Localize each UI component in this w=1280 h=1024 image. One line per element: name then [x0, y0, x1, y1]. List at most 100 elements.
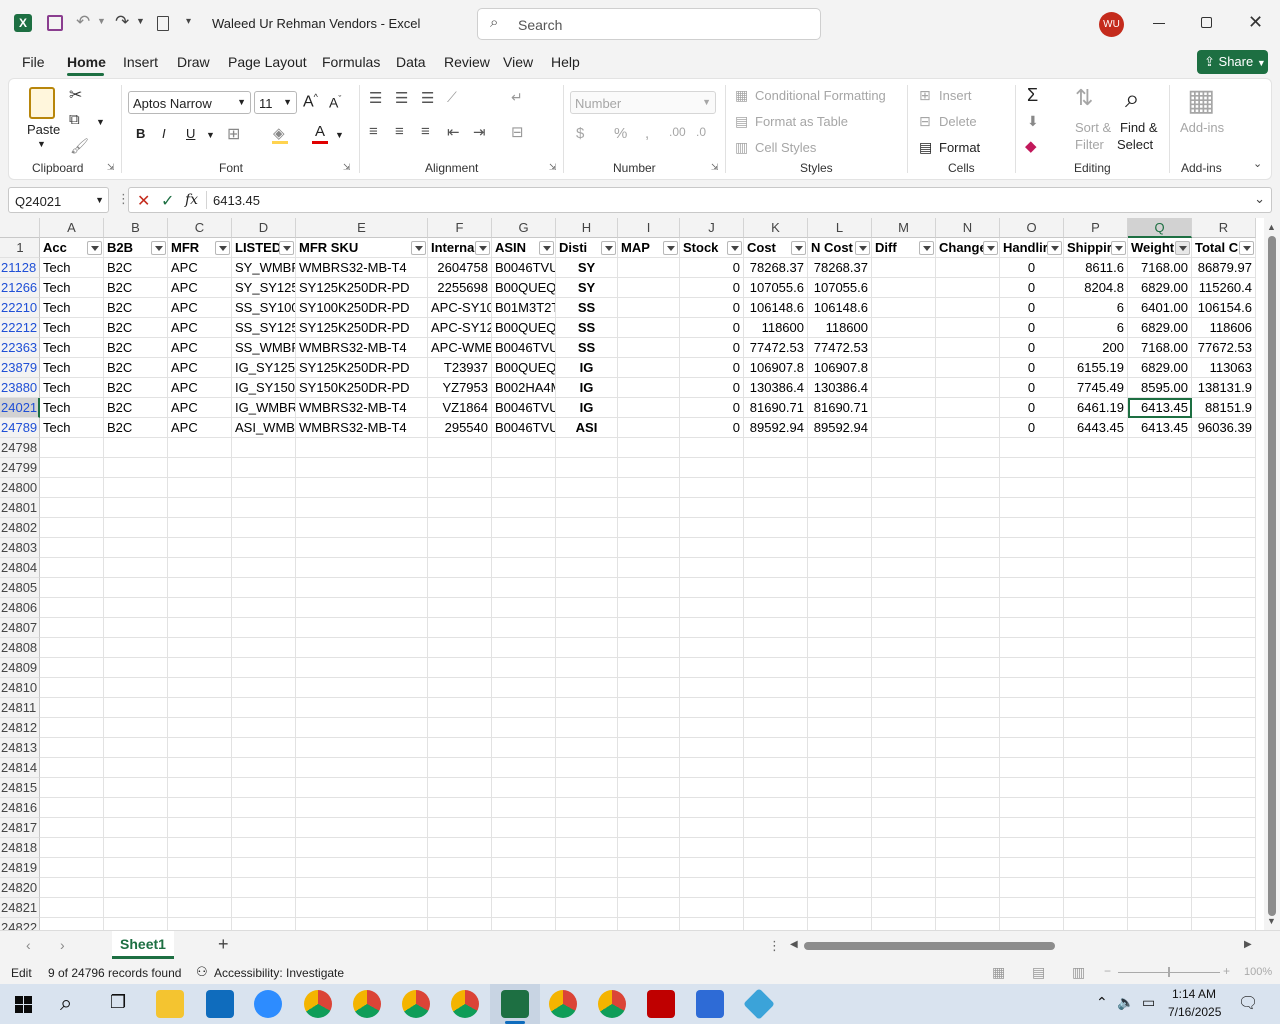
table-cell[interactable]: 88151.9: [1192, 398, 1256, 418]
table-cell[interactable]: [936, 318, 1000, 338]
table-cell[interactable]: B2C: [104, 298, 168, 318]
empty-cell[interactable]: [808, 458, 872, 478]
table-cell[interactable]: 0: [1000, 418, 1064, 438]
table-cell[interactable]: 6461.19: [1064, 398, 1128, 418]
sort-filter-button-2[interactable]: Filter: [1075, 137, 1104, 152]
table-cell[interactable]: SS_WMBR:: [232, 338, 296, 358]
empty-cell[interactable]: [104, 878, 168, 898]
table-cell[interactable]: SS: [556, 298, 618, 318]
table-cell[interactable]: SY125K250DR-PD: [296, 318, 428, 338]
volume-icon[interactable]: 🔈: [1117, 994, 1134, 1011]
empty-cell[interactable]: [1128, 658, 1192, 678]
select-all-corner[interactable]: [0, 218, 40, 238]
alignment-launcher-icon[interactable]: ⇲: [549, 162, 557, 173]
empty-cell[interactable]: [808, 498, 872, 518]
empty-cell[interactable]: [936, 918, 1000, 930]
empty-cell[interactable]: [296, 838, 428, 858]
empty-cell[interactable]: [1064, 638, 1128, 658]
empty-cell[interactable]: [40, 878, 104, 898]
row-header[interactable]: 24820: [0, 878, 40, 898]
comma-icon[interactable]: ,: [645, 125, 649, 142]
empty-cell[interactable]: [556, 798, 618, 818]
row-header[interactable]: 24803: [0, 538, 40, 558]
empty-cell[interactable]: [808, 558, 872, 578]
empty-cell[interactable]: [618, 498, 680, 518]
column-header[interactable]: I: [618, 218, 680, 238]
empty-cell[interactable]: [492, 618, 556, 638]
empty-cell[interactable]: [1192, 438, 1256, 458]
empty-cell[interactable]: [40, 738, 104, 758]
empty-cell[interactable]: [808, 778, 872, 798]
table-cell[interactable]: IG: [556, 378, 618, 398]
table-cell[interactable]: B2C: [104, 258, 168, 278]
number-launcher-icon[interactable]: ⇲: [711, 162, 719, 173]
empty-cell[interactable]: [492, 518, 556, 538]
empty-cell[interactable]: [936, 778, 1000, 798]
table-cell[interactable]: [618, 318, 680, 338]
row-header[interactable]: 24819: [0, 858, 40, 878]
empty-cell[interactable]: [1064, 618, 1128, 638]
empty-cell[interactable]: [492, 758, 556, 778]
empty-cell[interactable]: [1064, 798, 1128, 818]
empty-cell[interactable]: [1192, 718, 1256, 738]
empty-cell[interactable]: [936, 498, 1000, 518]
empty-cell[interactable]: [1000, 638, 1064, 658]
empty-cell[interactable]: [1064, 478, 1128, 498]
table-cell[interactable]: 78268.37: [808, 258, 872, 278]
table-cell[interactable]: 113063: [1192, 358, 1256, 378]
table-cell[interactable]: IG: [556, 358, 618, 378]
empty-cell[interactable]: [296, 478, 428, 498]
empty-cell[interactable]: [744, 878, 808, 898]
empty-cell[interactable]: [680, 578, 744, 598]
redo-dropdown-icon[interactable]: ▼: [136, 16, 145, 26]
table-cell[interactable]: WMBRS32-MB-T4: [296, 258, 428, 278]
empty-cell[interactable]: [1000, 818, 1064, 838]
empty-cell[interactable]: [1000, 518, 1064, 538]
empty-cell[interactable]: [556, 698, 618, 718]
empty-cell[interactable]: [680, 458, 744, 478]
table-cell[interactable]: [872, 338, 936, 358]
empty-cell[interactable]: [744, 518, 808, 538]
empty-cell[interactable]: [104, 618, 168, 638]
sort-filter-button[interactable]: Sort &: [1075, 120, 1111, 135]
table-cell[interactable]: 86879.97: [1192, 258, 1256, 278]
chrome-icon[interactable]: [402, 990, 430, 1018]
chrome-icon[interactable]: [304, 990, 332, 1018]
empty-cell[interactable]: [168, 718, 232, 738]
empty-cell[interactable]: [232, 458, 296, 478]
user-avatar[interactable]: WU: [1099, 12, 1124, 37]
table-cell[interactable]: [618, 298, 680, 318]
empty-cell[interactable]: [492, 718, 556, 738]
table-cell[interactable]: APC: [168, 378, 232, 398]
empty-cell[interactable]: [618, 878, 680, 898]
find-select-button[interactable]: Find &: [1120, 120, 1158, 135]
empty-cell[interactable]: [872, 558, 936, 578]
empty-cell[interactable]: [936, 838, 1000, 858]
empty-cell[interactable]: [296, 878, 428, 898]
empty-cell[interactable]: [428, 658, 492, 678]
scroll-right-icon[interactable]: ▶: [1244, 939, 1252, 950]
table-cell[interactable]: 0: [680, 378, 744, 398]
font-name-select[interactable]: Aptos Narrow ▼: [128, 91, 251, 114]
table-cell[interactable]: APC-SY125: [428, 318, 492, 338]
copy-dropdown-icon[interactable]: ▼: [96, 117, 105, 127]
align-left-icon[interactable]: ≡: [369, 123, 378, 140]
empty-cell[interactable]: [492, 478, 556, 498]
table-cell[interactable]: 6829.00: [1128, 318, 1192, 338]
row-header[interactable]: 22212: [0, 318, 40, 338]
empty-cell[interactable]: [428, 878, 492, 898]
table-cell[interactable]: 89592.94: [744, 418, 808, 438]
empty-cell[interactable]: [428, 498, 492, 518]
empty-cell[interactable]: [936, 598, 1000, 618]
empty-cell[interactable]: [232, 578, 296, 598]
column-header[interactable]: F: [428, 218, 492, 238]
zoom-slider-thumb[interactable]: [1168, 967, 1170, 977]
increase-font-icon[interactable]: A^: [303, 92, 318, 111]
column-header[interactable]: B: [104, 218, 168, 238]
empty-cell[interactable]: [40, 458, 104, 478]
empty-cell[interactable]: [168, 438, 232, 458]
empty-cell[interactable]: [40, 498, 104, 518]
tab-help[interactable]: Help: [551, 54, 580, 70]
table-cell[interactable]: 2604758: [428, 258, 492, 278]
table-cell[interactable]: 7168.00: [1128, 338, 1192, 358]
